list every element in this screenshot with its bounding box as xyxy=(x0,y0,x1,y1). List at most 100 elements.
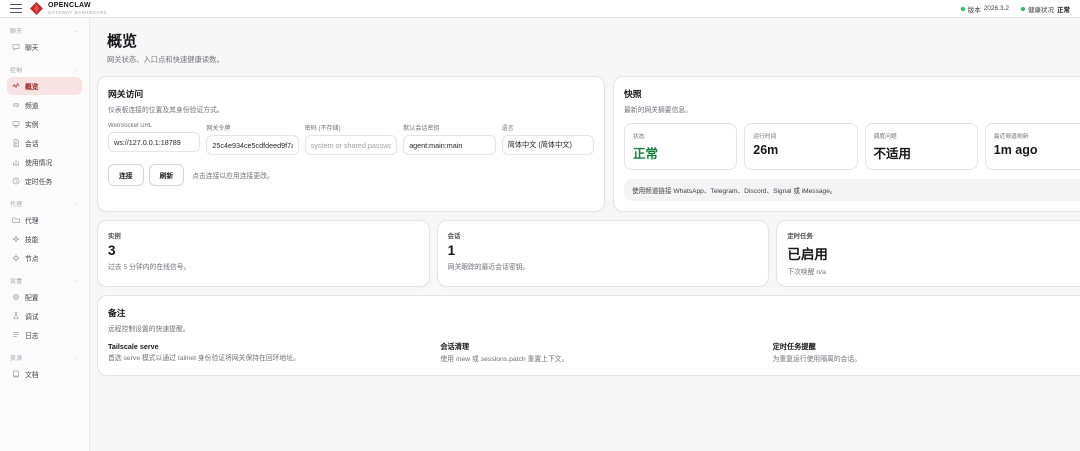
field-gateway-token: 网关令牌 xyxy=(206,123,298,155)
sidebar: 聊天 ⌄ 聊天 控制 ⌄ 概览 频道 实例 xyxy=(0,18,90,451)
sidebar-item-usage[interactable]: 使用情况 xyxy=(7,153,82,171)
chevron-down-icon: ⌄ xyxy=(74,355,79,361)
stat-value: 1m ago xyxy=(994,143,1080,157)
sidebar-item-config[interactable]: 配置 xyxy=(7,288,82,306)
sidebar-section-control[interactable]: 控制 ⌄ xyxy=(7,65,82,74)
instances-value: 3 xyxy=(108,243,419,258)
version-badge: 版本 2026.3.2 xyxy=(961,4,1009,14)
section-label-agents: 代理 xyxy=(10,199,22,208)
gateway-token-input[interactable] xyxy=(206,135,298,155)
section-label-chat: 聊天 xyxy=(10,26,22,35)
cron-value: 已启用 xyxy=(787,243,1080,263)
stat-schedule-issues: 调度问题 不适用 xyxy=(865,123,978,170)
sidebar-item-nodes[interactable]: 节点 xyxy=(7,249,82,267)
channels-icon xyxy=(12,101,20,109)
websocket-url-input[interactable] xyxy=(108,132,200,152)
page-subtitle: 网关状态、入口点和快速健康读数。 xyxy=(107,55,1080,65)
gateway-access-card: 网关访问 仪表板连接的位置及其身份验证方式。 WebSocket URL 网关令… xyxy=(97,76,605,212)
notes-title: 备注 xyxy=(108,306,1080,319)
docs-book-icon xyxy=(12,370,20,378)
sidebar-item-overview[interactable]: 概览 xyxy=(7,77,82,95)
snapshot-title: 快照 xyxy=(624,87,1080,100)
connect-button[interactable]: 连接 xyxy=(108,164,144,186)
sidebar-item-label: 配置 xyxy=(25,292,39,302)
cron-card: 定时任务 已启用 下次唤醒 n/a xyxy=(776,220,1080,287)
sidebar-item-skills[interactable]: 技能 xyxy=(7,230,82,248)
sidebar-item-label: 使用情况 xyxy=(25,157,52,167)
logs-icon xyxy=(12,331,20,339)
field-label: 网关令牌 xyxy=(206,123,298,132)
stat-label: 运行时间 xyxy=(753,131,848,140)
stat-status: 状态 正常 xyxy=(624,123,737,170)
section-label-settings: 设置 xyxy=(10,276,22,285)
sidebar-item-label: 调试 xyxy=(25,311,39,321)
note-body: 为重复运行使用隔离的会话。 xyxy=(773,355,1080,365)
sidebar-item-label: 聊天 xyxy=(25,42,39,52)
refresh-button[interactable]: 刷新 xyxy=(149,164,185,186)
instances-title: 实例 xyxy=(108,231,419,240)
cron-subtitle: 下次唤醒 n/a xyxy=(787,266,1080,276)
stat-last-channel-refresh: 最近频道刷新 1m ago xyxy=(985,123,1080,170)
note-body: 首选 serve 模式以通过 tailnet 身份验证将网关保持在回环地址。 xyxy=(108,354,433,364)
brand-subtitle: GATEWAY DASHBOARD xyxy=(48,11,107,15)
version-dot-icon xyxy=(961,7,965,11)
sidebar-item-label: 日志 xyxy=(25,330,39,340)
openclaw-logo-icon xyxy=(30,2,43,15)
menu-icon[interactable] xyxy=(10,4,22,14)
sidebar-item-label: 代理 xyxy=(25,215,39,225)
main-content: 概览 网关状态、入口点和快速健康读数。 网关访问 仪表板连接的位置及其身份验证方… xyxy=(90,18,1080,451)
health-dot-icon xyxy=(1021,7,1025,11)
field-label: 默认会话密钥 xyxy=(403,123,495,132)
sidebar-item-debug[interactable]: 调试 xyxy=(7,307,82,325)
sidebar-item-agents[interactable]: 代理 xyxy=(7,211,82,229)
gear-icon xyxy=(12,293,20,301)
sidebar-item-label: 定时任务 xyxy=(25,176,52,186)
sidebar-item-instances[interactable]: 实例 xyxy=(7,115,82,133)
sidebar-section-chat[interactable]: 聊天 ⌄ xyxy=(7,26,82,35)
field-label: WebSocket URL xyxy=(108,123,200,129)
stat-label: 调度问题 xyxy=(874,131,969,140)
section-label-resources: 资源 xyxy=(10,353,22,362)
snapshot-card: 快照 最新的网关摘要信息。 状态 正常 运行时间 26m 调度问题 xyxy=(613,76,1080,212)
password-input[interactable] xyxy=(305,135,397,155)
sessions-card: 会话 1 网关跟踪的最近会话密钥。 xyxy=(437,220,770,287)
gateway-access-subtitle: 仪表板连接的位置及其身份验证方式。 xyxy=(108,104,594,114)
overview-icon xyxy=(12,82,20,90)
instances-icon xyxy=(12,120,20,128)
session-key-input[interactable] xyxy=(403,135,495,155)
top-bar: OPENCLAW GATEWAY DASHBOARD 版本 2026.3.2 健… xyxy=(0,0,1080,18)
note-session-cleanup: 会话清理 使用 /new 或 sessions.patch 重置上下文。 xyxy=(440,342,765,365)
field-websocket-url: WebSocket URL xyxy=(108,123,200,155)
sidebar-section-resources[interactable]: 资源 ⌄ xyxy=(7,353,82,362)
note-title: Tailscale serve xyxy=(108,342,433,351)
sidebar-item-channels[interactable]: 频道 xyxy=(7,96,82,114)
snapshot-footer-note: 使用频道链接 WhatsApp、Telegram、Discord、Signal … xyxy=(624,179,1080,201)
chat-icon xyxy=(12,43,20,51)
sidebar-item-logs[interactable]: 日志 xyxy=(7,326,82,344)
sidebar-item-cron[interactable]: 定时任务 xyxy=(7,172,82,190)
sidebar-section-settings[interactable]: 设置 ⌄ xyxy=(7,276,82,285)
sidebar-item-label: 频道 xyxy=(25,100,39,110)
cron-clock-icon xyxy=(12,177,20,185)
chevron-down-icon: ⌄ xyxy=(74,28,79,34)
field-label: 语言 xyxy=(502,123,594,132)
chevron-down-icon: ⌄ xyxy=(74,67,79,73)
sessions-icon xyxy=(12,139,20,147)
field-password: 密码 (不存储) xyxy=(305,123,397,155)
sessions-title: 会话 xyxy=(448,231,759,240)
sidebar-section-agents[interactable]: 代理 ⌄ xyxy=(7,199,82,208)
sessions-value: 1 xyxy=(448,243,759,258)
sidebar-item-label: 文档 xyxy=(25,369,39,379)
usage-icon xyxy=(12,158,20,166)
field-label: 密码 (不存储) xyxy=(305,123,397,132)
page-title: 概览 xyxy=(107,30,1080,51)
sidebar-item-chat[interactable]: 聊天 xyxy=(7,38,82,56)
note-body: 使用 /new 或 sessions.patch 重置上下文。 xyxy=(440,355,765,365)
sidebar-item-sessions[interactable]: 会话 xyxy=(7,134,82,152)
chevron-down-icon: ⌄ xyxy=(74,201,79,207)
sidebar-item-label: 节点 xyxy=(25,253,39,263)
sidebar-item-docs[interactable]: 文档 xyxy=(7,365,82,383)
language-select[interactable]: 简体中文 (简体中文) xyxy=(502,135,594,155)
health-badge: 健康状况 正常 xyxy=(1021,4,1070,14)
sidebar-item-label: 概览 xyxy=(25,81,39,91)
